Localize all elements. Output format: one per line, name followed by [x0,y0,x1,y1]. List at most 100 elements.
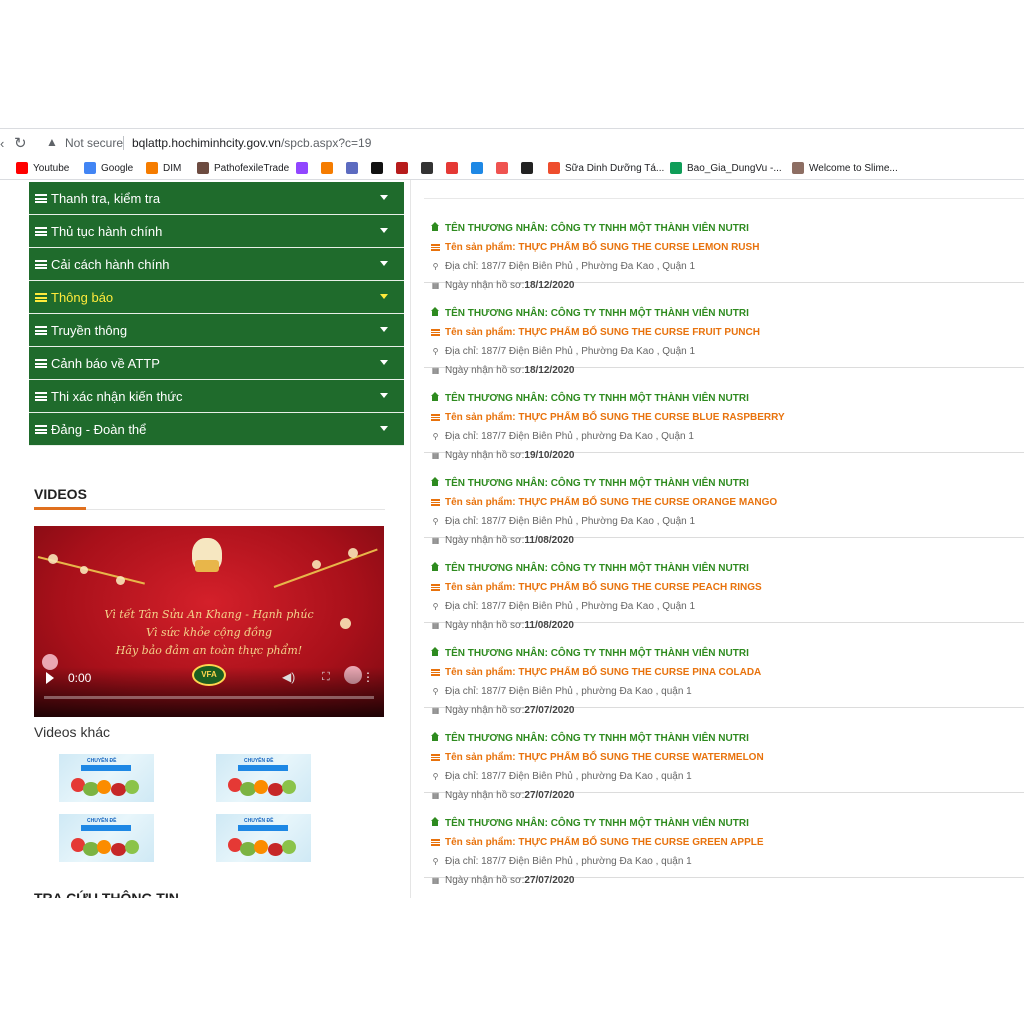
merchant-name: TÊN THƯƠNG NHÂN: CÔNG TY TNHH MỘT THÀNH … [445,393,749,404]
product-row[interactable]: Tên sản phẩm: THỰC PHẨM BỔ SUNG THE CURS… [431,837,764,848]
bookmark-dim[interactable]: DIM [146,161,181,175]
thumbnail-banner [81,765,131,771]
menu-item-label: Cải cách hành chính [51,257,170,272]
caret-down-icon[interactable] [380,426,388,431]
product-entry: TÊN THƯƠNG NHÂN: CÔNG TY TNHH MỘT THÀNH … [424,283,1024,376]
product-row[interactable]: Tên sản phẩm: THỰC PHẨM BỔ SUNG THE CURS… [431,752,764,763]
menu-item[interactable]: Thông báo [29,281,404,314]
merchant-row[interactable]: TÊN THƯƠNG NHÂN: CÔNG TY TNHH MỘT THÀNH … [431,392,749,404]
caret-down-icon[interactable] [380,294,388,299]
browser-screenshot: ‹ ↻ ▲ Not secure bqlattp.hochiminhcity.g… [0,128,1024,898]
video-player[interactable]: Vì tết Tân Sửu An Khang - Hạnh phúc Vì s… [34,526,384,717]
bookmark-label: DIM [163,162,182,174]
list-icon [431,414,440,421]
bookmark-label: Google [101,162,134,174]
bookmark-netflix[interactable] [396,161,413,175]
bookmark-youtube[interactable]: Youtube [16,161,69,175]
product-row[interactable]: Tên sản phẩm: THỰC PHẨM BỔ SUNG THE CURS… [431,327,760,338]
merchant-name: TÊN THƯƠNG NHÂN: CÔNG TY TNHH MỘT THÀNH … [445,308,749,319]
address-bar-row: ‹ ↻ ▲ Not secure bqlattp.hochiminhcity.g… [0,128,1024,156]
back-arrow-icon[interactable]: ‹ [0,136,4,151]
merchant-row[interactable]: TÊN THƯƠNG NHÂN: CÔNG TY TNHH MỘT THÀNH … [431,647,749,659]
date-value: 27/07/2020 [524,875,575,886]
caret-down-icon[interactable] [380,228,388,233]
buffalo-mascot [192,538,222,572]
product-row[interactable]: Tên sản phẩm: THỰC PHẨM BỔ SUNG THE CURS… [431,667,761,678]
videos-box: VIDEOS Vì tết Tân Sửu An Khang - Hạnh ph… [29,478,400,876]
bookmark-sheets[interactable]: Bao_Gia_DungVu -... [670,161,782,175]
bookmark-circle[interactable] [446,161,463,175]
map-marker-icon: ⚲ [432,602,439,611]
address-text: Địa chỉ: 187/7 Điện Biên Phủ , Phường Đa… [445,516,696,527]
bookmark-poe[interactable]: PathofexileTrade [197,161,289,175]
caret-down-icon[interactable] [380,327,388,332]
vfa-logo: VFA [192,664,226,686]
menu-item[interactable]: Thanh tra, kiểm tra [29,182,404,215]
warning-icon[interactable]: ▲ [46,135,58,149]
merchant-name: TÊN THƯƠNG NHÂN: CÔNG TY TNHH MỘT THÀNH … [445,223,749,234]
video-thumbnail[interactable]: CHUYÊN ĐỀ [59,814,154,862]
product-row[interactable]: Tên sản phẩm: THỰC PHẨM BỔ SUNG THE CURS… [431,582,762,593]
product-row[interactable]: Tên sản phẩm: THỰC PHẨM BỔ SUNG THE CURS… [431,242,759,253]
caret-down-icon[interactable] [380,393,388,398]
bookmark-label: PathofexileTrade [214,162,290,174]
video-thumbnail[interactable]: CHUYÊN ĐỀ [216,814,311,862]
bookmark-slime[interactable]: Welcome to Slime... [792,161,898,175]
list-icon [35,326,47,335]
product-row[interactable]: Tên sản phẩm: THỰC PHẨM BỔ SUNG THE CURS… [431,497,777,508]
caret-down-icon[interactable] [380,195,388,200]
video-thumbnail[interactable]: CHUYÊN ĐỀ [59,754,154,802]
bookmark-h[interactable] [471,161,488,175]
caret-down-icon[interactable] [380,360,388,365]
date-label: Ngày nhận hồ sơ: [445,875,525,886]
merchant-row[interactable]: TÊN THƯƠNG NHÂN: CÔNG TY TNHH MỘT THÀNH … [431,477,749,489]
list-icon [431,244,440,251]
bookmark-g[interactable] [321,161,338,175]
merchant-name: TÊN THƯƠNG NHÂN: CÔNG TY TNHH MỘT THÀNH … [445,478,749,489]
merchant-row[interactable]: TÊN THƯƠNG NHÂN: CÔNG TY TNHH MỘT THÀNH … [431,817,749,829]
google-icon [84,162,96,174]
merchant-row[interactable]: TÊN THƯƠNG NHÂN: CÔNG TY TNHH MỘT THÀNH … [431,732,749,744]
menu-item[interactable]: Đảng - Đoàn thể [29,413,404,446]
menu-item[interactable]: Thi xác nhận kiến thức [29,380,404,413]
product-name: Tên sản phẩm: THỰC PHẨM BỔ SUNG THE CURS… [445,837,764,848]
list-icon [431,329,440,336]
play-icon[interactable] [46,672,54,684]
list-icon [431,584,440,591]
merchant-row[interactable]: TÊN THƯƠNG NHÂN: CÔNG TY TNHH MỘT THÀNH … [431,307,749,319]
bookmark-shopee[interactable]: Sữa Dinh Dưỡng Tá... [548,161,664,175]
reload-icon[interactable]: ↻ [14,134,27,152]
thumbnail-caption: CHUYÊN ĐỀ [244,818,274,824]
map-marker-icon: ⚲ [432,772,439,781]
product-row[interactable]: Tên sản phẩm: THỰC PHẨM BỔ SUNG THE CURS… [431,412,785,423]
bookmark-c[interactable] [371,161,388,175]
fullscreen-icon[interactable]: ⛶ [322,671,330,684]
bookmark-eye[interactable] [421,161,438,175]
list-icon [35,260,47,269]
blossom [348,548,358,558]
menu-item[interactable]: Cải cách hành chính [29,248,404,281]
fruit-image [282,840,296,854]
bookmark-google[interactable]: Google [84,161,133,175]
volume-icon[interactable]: ◀) [282,670,295,684]
menu-item[interactable]: Thủ tục hành chính [29,215,404,248]
merchant-row[interactable]: TÊN THƯƠNG NHÂN: CÔNG TY TNHH MỘT THÀNH … [431,562,749,574]
thumbnail-caption: CHUYÊN ĐỀ [244,758,274,764]
video-progress-bar[interactable] [44,696,374,699]
bookmark-twitch[interactable] [296,161,313,175]
video-thumbnail[interactable]: CHUYÊN ĐỀ [216,754,311,802]
bookmark-shop[interactable] [496,161,513,175]
merchant-row[interactable]: TÊN THƯƠNG NHÂN: CÔNG TY TNHH MỘT THÀNH … [431,222,749,234]
bookmark-github[interactable] [521,161,538,175]
address-row: ⚲ Địa chỉ: 187/7 Điện Biên Phủ , phường Đ… [431,686,692,697]
blossom [80,566,88,574]
bookmark-app[interactable] [346,161,363,175]
not-secure-label[interactable]: Not secure [65,136,123,150]
list-icon [35,194,47,203]
url-field[interactable]: bqlattp.hochiminhcity.gov.vn/spcb.aspx?c… [132,136,371,150]
product-name: Tên sản phẩm: THỰC PHẨM BỔ SUNG THE CURS… [445,582,762,593]
menu-item[interactable]: Cảnh báo về ATTP [29,347,404,380]
menu-item[interactable]: Truyền thông [29,314,404,347]
more-options-icon[interactable]: ⋮ [362,670,374,684]
caret-down-icon[interactable] [380,261,388,266]
